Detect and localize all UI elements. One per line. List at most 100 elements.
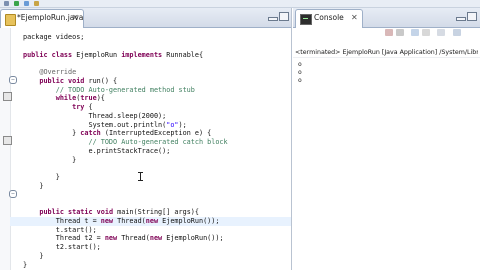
editor-tab-bar: *EjemploRun.java ✕ <box>0 8 291 28</box>
code-token: (InterruptedException e) { <box>100 129 212 138</box>
code-token: e.printStackTrace(); <box>23 146 171 155</box>
code-token: Runnable{ <box>162 50 204 59</box>
code-line[interactable]: // TODO Auto-generated method stub <box>23 86 228 95</box>
code-line[interactable]: try { <box>23 103 228 112</box>
code-line[interactable] <box>23 164 228 173</box>
code-token: Thread t = <box>23 216 101 225</box>
code-token: } <box>23 260 28 269</box>
code-line[interactable]: public static void main(String[] args){ <box>23 208 228 217</box>
display-console-icon[interactable] <box>453 29 461 36</box>
code-token: "o" <box>166 120 179 129</box>
terminate-icon[interactable] <box>385 29 393 36</box>
search-icon[interactable] <box>34 1 39 6</box>
text-cursor-icon <box>138 172 143 181</box>
run-icon[interactable] <box>14 1 19 6</box>
code-area[interactable]: package videos; public class EjemploRun i… <box>23 33 228 269</box>
close-icon[interactable]: ✕ <box>351 13 358 23</box>
code-line[interactable]: } <box>23 261 228 270</box>
code-token: public static void <box>39 208 114 216</box>
code-token: } <box>23 181 44 190</box>
code-token: { <box>84 103 93 111</box>
code-token: EjemploRun()); <box>162 234 224 243</box>
minimize-icon[interactable] <box>456 17 466 21</box>
code-token: new <box>104 234 118 243</box>
fold-toggle-icon[interactable]: − <box>9 190 17 198</box>
code-line[interactable]: t.start(); <box>23 226 228 235</box>
code-line[interactable]: } catch (InterruptedException e) { <box>23 129 228 138</box>
code-token: t2.start(); <box>23 243 101 251</box>
console-tab-label: Console <box>314 13 344 22</box>
code-token: Thread( <box>113 216 146 225</box>
code-token: } <box>23 251 44 260</box>
pin-console-icon[interactable] <box>437 29 445 36</box>
minimize-icon[interactable] <box>268 17 278 21</box>
code-line[interactable]: e.printStackTrace(); <box>23 147 228 156</box>
fold-toggle-icon[interactable]: − <box>9 76 17 84</box>
code-line[interactable] <box>23 42 228 51</box>
maximize-icon[interactable] <box>279 12 289 21</box>
console-tab-bar: Console ✕ <box>293 8 480 28</box>
code-token: public void <box>39 76 85 85</box>
code-token: ); <box>178 120 187 129</box>
code-token: // TODO Auto-generated method stub <box>23 85 195 94</box>
console-output-line: o <box>298 69 302 76</box>
code-line[interactable] <box>23 199 228 208</box>
code-token: } <box>23 173 60 181</box>
code-line[interactable] <box>23 191 228 200</box>
code-line[interactable]: t2.start(); <box>23 243 228 252</box>
code-token: @Override <box>23 68 77 76</box>
code-token: t.start(); <box>23 225 97 234</box>
code-line[interactable]: } <box>23 252 228 261</box>
code-line[interactable]: public void run() { <box>23 77 228 86</box>
code-token: package videos; <box>23 33 85 41</box>
tab-console[interactable]: Console ✕ <box>295 9 363 28</box>
code-line[interactable]: } <box>23 173 228 182</box>
console-divider <box>293 57 480 58</box>
console-status: <terminated> EjemploRun [Java Applicatio… <box>295 49 478 56</box>
code-token: catch <box>80 129 101 138</box>
code-line[interactable]: package videos; <box>23 33 228 42</box>
save-icon[interactable] <box>4 1 9 6</box>
clear-console-icon[interactable] <box>411 29 419 36</box>
code-line[interactable]: Thread.sleep(2000); <box>23 112 228 121</box>
code-token: Thread.sleep(2000); <box>23 111 167 120</box>
console-output-line: o <box>298 77 302 84</box>
task-marker-icon[interactable] <box>3 92 12 101</box>
java-file-icon <box>5 14 16 26</box>
task-marker-icon[interactable] <box>3 136 12 145</box>
console-icon <box>300 14 312 25</box>
code-token: new <box>145 216 159 225</box>
maximize-icon[interactable] <box>467 12 477 21</box>
code-token: new <box>100 216 114 225</box>
code-token: main(String[] args){ <box>113 208 199 216</box>
code-token: } <box>23 129 81 138</box>
code-line[interactable]: } <box>23 182 228 191</box>
code-token: implements <box>121 50 163 59</box>
code-line[interactable]: while(true){ <box>23 94 228 103</box>
console-output-line: o <box>298 61 302 68</box>
remove-launch-icon[interactable] <box>396 29 404 36</box>
tab-ejemplorun-java[interactable]: *EjemploRun.java ✕ <box>0 9 84 28</box>
code-line[interactable]: System.out.println("o"); <box>23 121 228 130</box>
code-token: System.out.println( <box>23 120 167 129</box>
code-line[interactable]: } <box>23 156 228 165</box>
console-output[interactable]: ooo <box>298 61 302 85</box>
scroll-lock-icon[interactable] <box>422 29 430 36</box>
main-toolbar <box>0 0 480 8</box>
close-icon[interactable]: ✕ <box>72 13 79 23</box>
code-line[interactable]: public class EjemploRun implements Runna… <box>23 51 228 60</box>
code-token: while <box>55 94 77 103</box>
code-line[interactable]: // TODO Auto-generated catch block <box>23 138 227 147</box>
code-line[interactable]: Thread t = new Thread(new EjemploRun()); <box>23 217 228 226</box>
code-token: ){ <box>96 94 105 103</box>
code-line[interactable]: Thread t2 = new Thread(new EjemploRun())… <box>23 234 228 243</box>
code-line[interactable] <box>23 59 228 68</box>
debug-icon[interactable] <box>24 1 29 6</box>
code-token: } <box>23 155 77 164</box>
code-token: Thread( <box>117 234 150 243</box>
code-line[interactable]: @Override <box>23 68 228 77</box>
